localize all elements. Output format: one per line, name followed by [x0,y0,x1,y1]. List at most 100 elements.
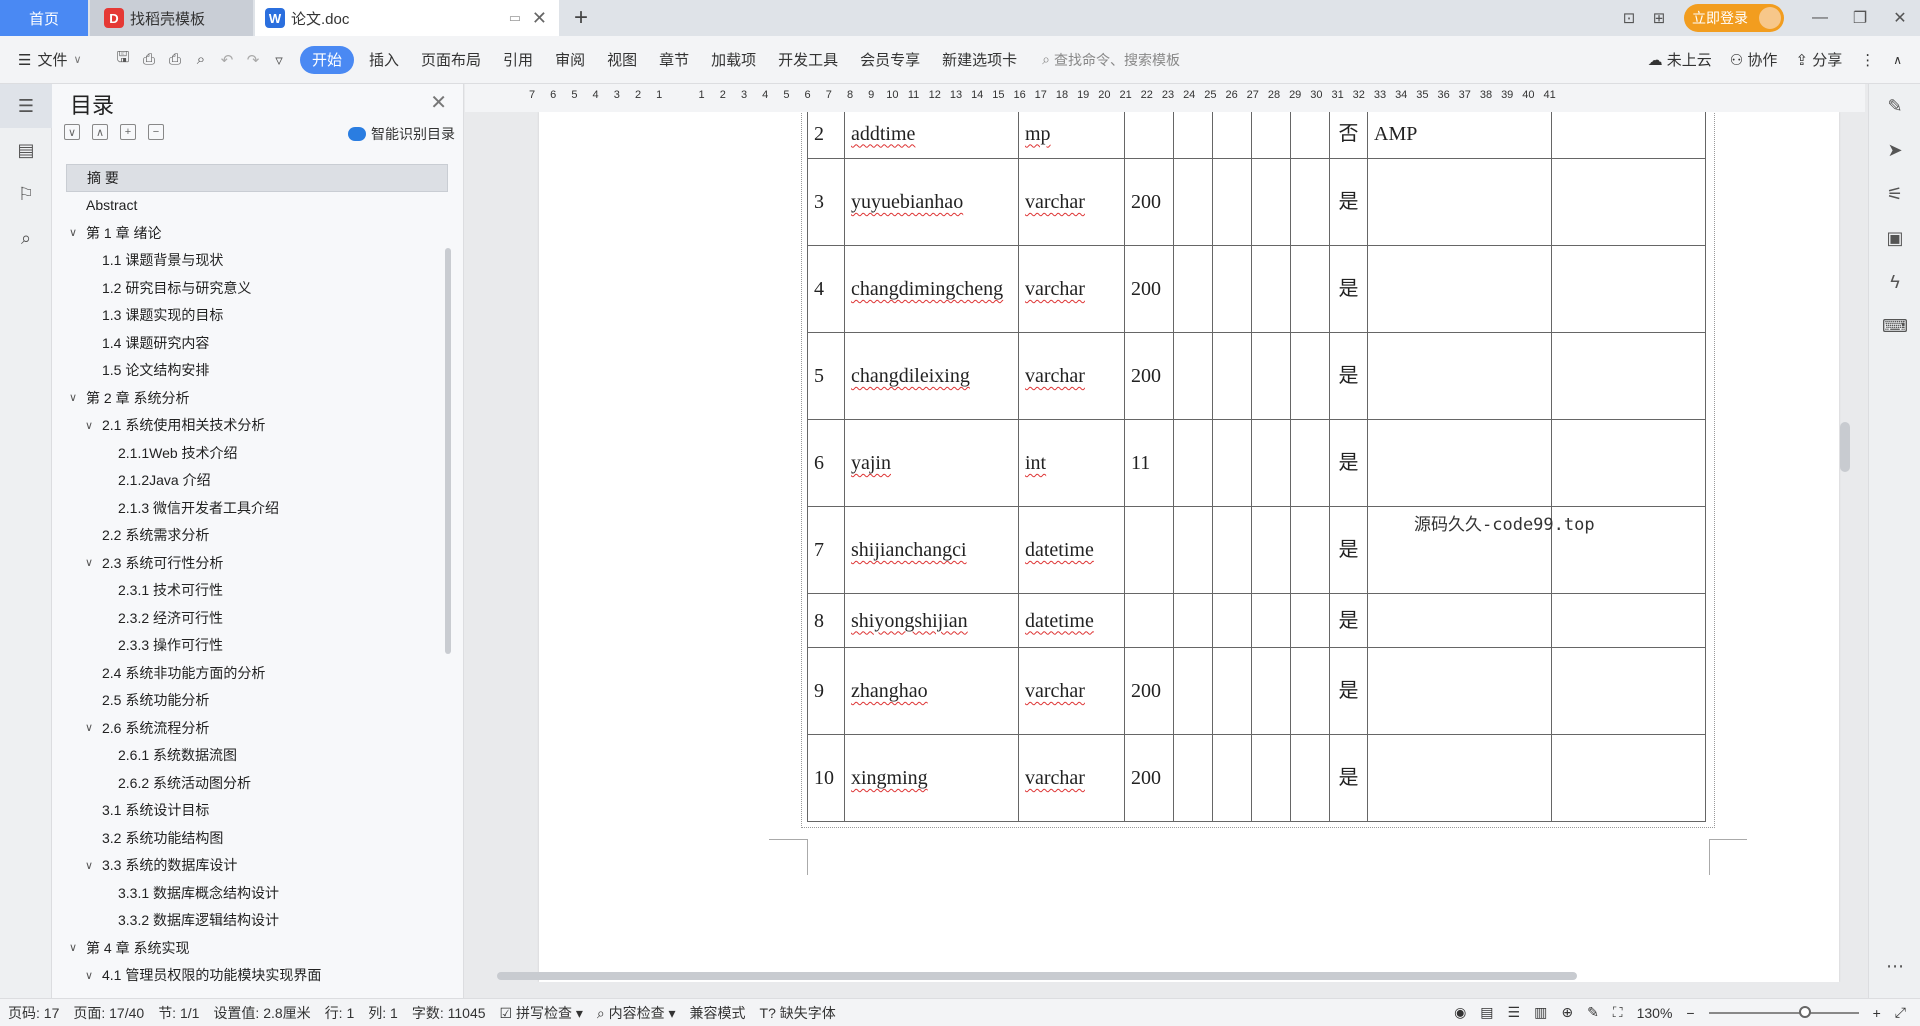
table-cell[interactable]: 8 [807,593,845,648]
fullscreen-icon[interactable]: ⤢ [1895,1004,1906,1021]
toc-item[interactable]: ∨ 2.1 系统使用相关技术分析 [66,412,448,440]
settings-sliders-icon[interactable]: ⚟ [1869,172,1920,216]
find-icon[interactable]: ⌕ [0,216,52,260]
toc-item[interactable]: 1.2 研究目标与研究意义 [66,274,448,302]
table-cell[interactable] [1173,593,1213,648]
table-cell[interactable] [1212,245,1252,333]
table-cell[interactable] [1173,112,1213,159]
print-preview-icon[interactable]: ⌕ [188,47,214,73]
table-cell[interactable] [1290,734,1330,822]
table-cell[interactable]: 200 [1124,332,1174,420]
table-cell[interactable] [1551,647,1706,735]
ribbon-tab-page-layout[interactable]: 页面布局 [410,46,492,74]
table-cell[interactable] [1367,647,1552,735]
chevron-down-icon[interactable]: ∨ [82,969,96,982]
new-tab-button[interactable]: + [574,4,588,32]
zoom-in-button[interactable]: + [1873,1005,1881,1021]
table-cell[interactable] [1367,734,1552,822]
horizontal-ruler[interactable]: 7 6 5 4 3 2 1 1 2 3 4 5 6 7 8 9 10 11 12 13 14 15 16 17 18 19 20 21… [465,84,1865,112]
table-cell[interactable]: 200 [1124,734,1174,822]
chevron-down-icon[interactable]: ∨ [82,556,96,569]
status-words[interactable]: 字数: 11045 [412,1003,486,1023]
more-menu-icon[interactable]: ⋮ [1860,51,1875,69]
command-search-input[interactable]: ⌕ 查找命令、搜索模板 [1042,50,1180,70]
ribbon-tab-chapter[interactable]: 章节 [648,46,700,74]
table-cell[interactable]: zhanghao [844,647,1019,735]
save-icon[interactable]: 🖫 [110,47,136,73]
lightning-icon[interactable]: ϟ [1869,260,1920,304]
tab-float-icon[interactable]: ▭ [509,10,521,26]
toc-item[interactable]: 3.2 系统功能结构图 [66,824,448,852]
table-cell[interactable]: 是 [1329,506,1368,594]
status-pages[interactable]: 页面: 17/40 [73,1003,144,1023]
eye-protect-icon[interactable]: ◉ [1454,1004,1466,1021]
toc-item[interactable]: ∨ 2.3 系统可行性分析 [66,549,448,577]
read-view-icon[interactable]: ▥ [1534,1004,1547,1021]
chapter-nav-icon[interactable]: ▤ [0,128,52,172]
web-view-icon[interactable]: ⊕ [1561,1004,1573,1021]
quick-access-more-icon[interactable]: ▿ [266,47,292,73]
ribbon-tab-developer[interactable]: 开发工具 [767,46,849,74]
zoom-slider-knob[interactable] [1798,1005,1811,1018]
toc-item[interactable]: 1.4 课题研究内容 [66,329,448,357]
toc-item[interactable]: 2.5 系统功能分析 [66,687,448,715]
toc-item[interactable]: 2.3.1 技术可行性 [66,577,448,605]
collapse-ribbon-icon[interactable]: ∧ [1893,53,1902,67]
toc-item[interactable]: 3.3.1 数据库概念结构设计 [66,879,448,907]
close-window-button[interactable]: ✕ [1880,0,1920,36]
zoom-out-button[interactable]: − [1686,1005,1694,1021]
tab-daoke-templates[interactable]: D 找稻壳模板 [90,0,253,36]
table-cell[interactable] [1290,158,1330,246]
table-cell[interactable] [1251,332,1291,420]
add-heading-icon[interactable]: + [120,124,136,140]
table-cell[interactable] [1290,593,1330,648]
field-table[interactable]: 2 addtime mp 否 AMP 3 yuyuebianhao varchar 200 是 4 c… [807,112,1706,822]
table-cell[interactable]: varchar [1018,332,1125,420]
table-cell[interactable]: varchar [1018,158,1125,246]
minimize-button[interactable]: — [1800,0,1840,36]
select-cursor-icon[interactable]: ➤ [1869,128,1920,172]
status-section[interactable]: 节: 1/1 [158,1003,199,1023]
table-cell[interactable] [1212,647,1252,735]
table-cell[interactable] [1251,506,1291,594]
table-cell[interactable] [1212,419,1252,507]
image-tool-icon[interactable]: ▣ [1869,216,1920,260]
redo-icon[interactable]: ↷ [240,47,266,73]
table-cell[interactable]: 是 [1329,158,1368,246]
remove-heading-icon[interactable]: − [148,124,164,140]
table-cell[interactable]: addtime [844,112,1019,159]
toc-item[interactable]: 2.2 系统需求分析 [66,522,448,550]
ribbon-tab-member[interactable]: 会员专享 [849,46,931,74]
table-cell[interactable]: 10 [807,734,845,822]
export-pdf-icon[interactable]: ⎙ [136,47,162,73]
table-cell[interactable] [1173,332,1213,420]
toc-item[interactable]: 2.4 系统非功能方面的分析 [66,659,448,687]
table-cell[interactable] [1367,245,1552,333]
table-cell[interactable]: changdileixing [844,332,1019,420]
table-cell[interactable] [1251,158,1291,246]
scroll-thumb[interactable] [497,972,1577,980]
table-cell[interactable]: changdimingcheng [844,245,1019,333]
table-cell[interactable]: 9 [807,647,845,735]
table-cell[interactable] [1551,245,1706,333]
tab-document[interactable]: W 论文.doc ▭ ✕ [255,0,559,36]
table-cell[interactable] [1212,506,1252,594]
more-dots-icon[interactable]: ⋯ [1869,944,1920,988]
table-cell[interactable] [1212,593,1252,648]
table-cell[interactable]: 5 [807,332,845,420]
toc-item[interactable]: ∨ 第 2 章 系统分析 [66,384,448,412]
table-cell[interactable]: 否 [1329,112,1368,159]
fit-page-icon[interactable]: ⛶ [1613,1004,1623,1021]
table-cell[interactable] [1290,647,1330,735]
table-cell[interactable] [1173,647,1213,735]
horizontal-scrollbar[interactable] [495,968,1775,982]
table-cell[interactable] [1251,245,1291,333]
login-button[interactable]: 立即登录 [1684,4,1784,32]
table-cell[interactable]: 200 [1124,245,1174,333]
table-cell[interactable] [1124,593,1174,648]
tab-home[interactable]: 首页 [0,0,88,36]
ribbon-tab-references[interactable]: 引用 [492,46,544,74]
apps-grid-icon[interactable]: ⊞ [1644,0,1674,36]
table-cell[interactable] [1212,734,1252,822]
chevron-down-icon[interactable]: ∨ [66,226,80,239]
